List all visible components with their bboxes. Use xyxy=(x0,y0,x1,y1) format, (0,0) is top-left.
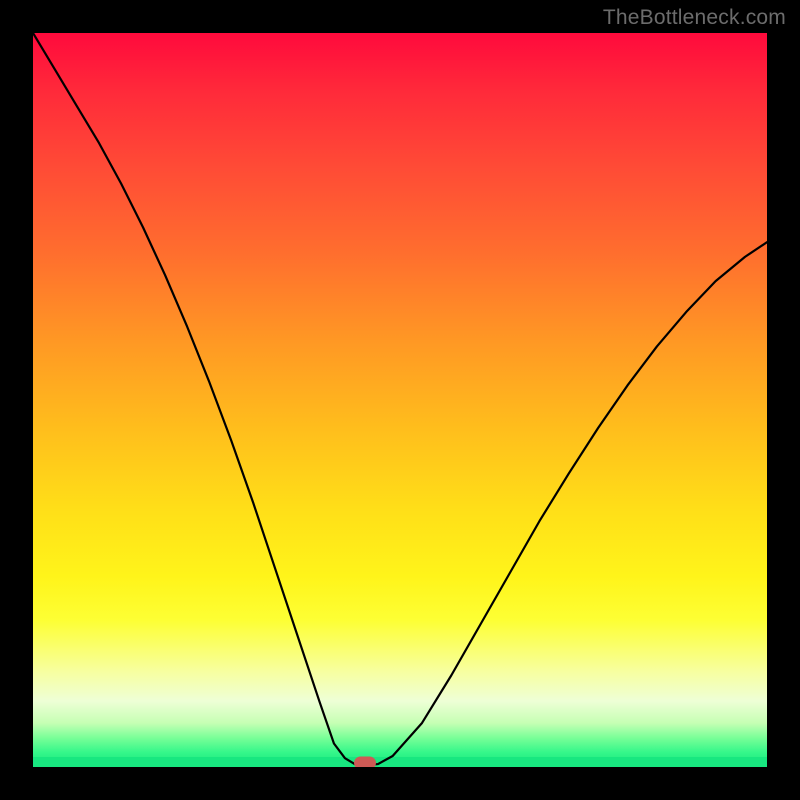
watermark-text: TheBottleneck.com xyxy=(603,6,786,30)
bottleneck-curve xyxy=(33,33,767,767)
chart-frame: TheBottleneck.com xyxy=(0,0,800,800)
plot-area xyxy=(33,33,767,767)
optimum-marker xyxy=(354,756,376,767)
